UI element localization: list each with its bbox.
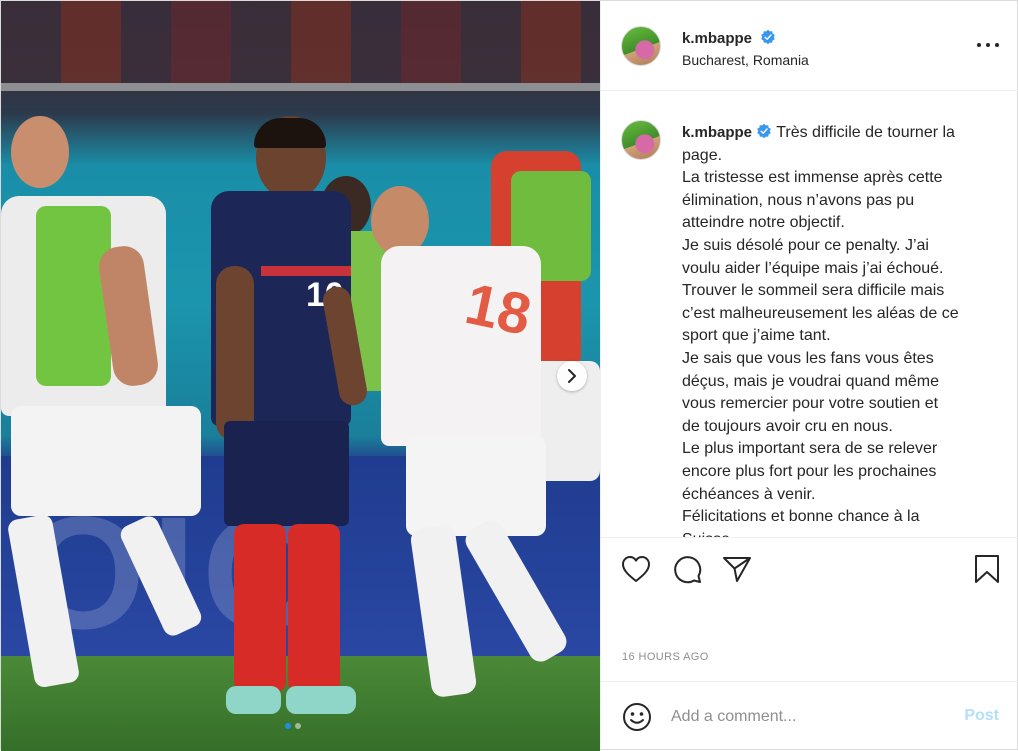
author-avatar[interactable] bbox=[621, 26, 661, 66]
more-options-icon bbox=[977, 43, 981, 47]
emoji-button[interactable] bbox=[621, 701, 653, 733]
more-options-dot bbox=[995, 43, 999, 47]
chevron-right-icon bbox=[568, 369, 576, 383]
stadium-rail bbox=[1, 83, 600, 91]
caption-line: échéances à venir. bbox=[682, 485, 816, 503]
post-header: k.mbappe Bucharest, Romania bbox=[601, 1, 1018, 91]
post-caption: k.mbappe Très difficile de tourner la pa… bbox=[682, 122, 997, 537]
like-button[interactable] bbox=[620, 553, 652, 585]
post-side-panel: k.mbappe Bucharest, Romania k.mbappe Trè… bbox=[600, 1, 1018, 751]
comment-bubble-icon bbox=[674, 556, 702, 584]
caption-line: élimination, nous n’avons pas pu bbox=[682, 191, 915, 209]
player-france-10: 10 bbox=[206, 116, 370, 716]
caption-line: Trouver le sommeil sera difficile mais bbox=[682, 282, 945, 300]
caption-line: Suisse bbox=[682, 529, 997, 537]
caption-line: vous remercier pour votre soutien et bbox=[682, 395, 939, 413]
comment-input[interactable] bbox=[671, 704, 941, 730]
post-location[interactable]: Bucharest, Romania bbox=[682, 52, 809, 68]
post-photo[interactable]: OIO 18 bbox=[1, 1, 600, 751]
caption-line: voulu aider l’équipe mais j’ai échoué. bbox=[682, 259, 944, 277]
stadium-stands bbox=[1, 1, 600, 86]
more-options-dot bbox=[986, 43, 990, 47]
more-options-button[interactable] bbox=[977, 39, 999, 51]
verified-badge-icon bbox=[757, 123, 771, 139]
comment-button[interactable] bbox=[671, 553, 703, 585]
carousel-dot-2 bbox=[295, 723, 301, 729]
carousel-dot-1 bbox=[285, 723, 291, 729]
caption-line: La tristesse est immense après cette bbox=[682, 169, 943, 187]
caption-username[interactable]: k.mbappe bbox=[682, 124, 752, 141]
caption-line: Le plus important sera de se relever bbox=[682, 440, 938, 458]
caption-line: Je sais que vous les fans vous êtes bbox=[682, 349, 934, 367]
caption-avatar[interactable] bbox=[621, 120, 661, 160]
caption-line: Félicitations et bonne chance à la bbox=[682, 508, 920, 526]
jersey-number-right: 18 bbox=[459, 271, 537, 348]
post-timestamp[interactable]: 16 HOURS AGO bbox=[622, 651, 709, 663]
caption-line: déçus, mais je voudrai quand même bbox=[682, 372, 940, 390]
caption-line: page. bbox=[682, 146, 723, 164]
share-button[interactable] bbox=[721, 553, 753, 585]
bookmark-icon bbox=[975, 555, 999, 583]
carousel-next-button[interactable] bbox=[557, 361, 587, 391]
paper-plane-icon bbox=[723, 557, 751, 582]
carousel-indicator bbox=[285, 723, 301, 729]
caption-line: encore plus fort pour les prochaines bbox=[682, 462, 937, 480]
caption-line: k.mbappe Très difficile de tourner la bbox=[682, 122, 997, 145]
post-comment-button[interactable]: Post bbox=[964, 707, 999, 725]
emoji-smile-icon bbox=[623, 703, 651, 731]
caption-line: de toujours avoir cru en nous. bbox=[682, 417, 893, 435]
heart-icon bbox=[622, 556, 650, 582]
post-modal: OIO 18 bbox=[0, 0, 1018, 751]
caption-line: Je suis désolé pour ce penalty. J’ai bbox=[682, 236, 929, 254]
caption-line: atteindre notre objectif. bbox=[682, 214, 845, 232]
caption-line: c’est malheureusement les aléas de ce bbox=[682, 304, 959, 322]
post-actions bbox=[601, 539, 1018, 599]
caption-line-text: Très difficile de tourner la bbox=[776, 124, 955, 141]
author-username-row: k.mbappe bbox=[682, 29, 776, 47]
player-swiss-18: 18 bbox=[346, 186, 576, 706]
comment-bar: Post bbox=[601, 681, 1018, 751]
caption-area[interactable]: k.mbappe Très difficile de tourner la pa… bbox=[601, 92, 1018, 538]
caption-line: sport que j’aime tant. bbox=[682, 327, 831, 345]
author-username[interactable]: k.mbappe bbox=[682, 30, 752, 47]
verified-badge-icon bbox=[761, 29, 776, 45]
save-button[interactable] bbox=[971, 553, 1003, 585]
player-left bbox=[1, 116, 205, 706]
